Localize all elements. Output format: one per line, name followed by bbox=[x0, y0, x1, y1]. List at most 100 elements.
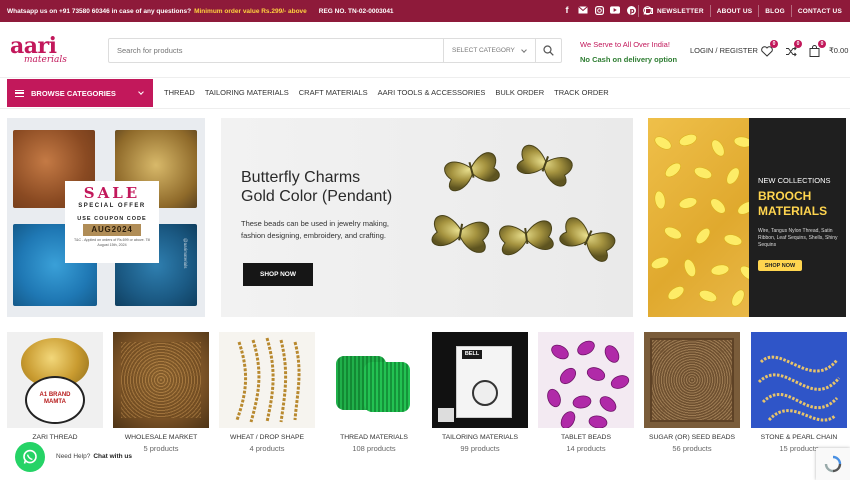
category-name: WHEAT / DROP SHAPE bbox=[229, 434, 305, 441]
mail-icon bbox=[644, 7, 653, 14]
category-card[interactable]: STONE & PEARL CHAIN 15 products bbox=[751, 332, 847, 453]
email-icon[interactable] bbox=[578, 4, 588, 16]
cart-button[interactable]: 0 bbox=[809, 40, 826, 57]
category-card[interactable]: SUGAR (OR) SEED BEADS 56 products bbox=[644, 332, 740, 453]
divider bbox=[637, 5, 639, 17]
cart-total[interactable]: ₹0.00 bbox=[829, 46, 848, 55]
nav-track-order[interactable]: TRACK ORDER bbox=[554, 88, 609, 97]
whatsapp-contact-text: Whatsapp us on +91 73580 60346 in case o… bbox=[7, 7, 192, 15]
recaptcha-icon bbox=[824, 455, 842, 473]
charms-shop-now-button[interactable]: SHOP NOW bbox=[243, 263, 313, 286]
recaptcha-badge[interactable] bbox=[816, 448, 850, 480]
sale-banner[interactable]: SALE SPECIAL OFFER USE COUPON CODE AUG20… bbox=[7, 118, 205, 317]
min-order-text: Minimum order value Rs.299/- above bbox=[194, 7, 307, 15]
about-link[interactable]: ABOUT US bbox=[717, 8, 753, 15]
sale-subtitle: SPECIAL OFFER bbox=[78, 203, 146, 209]
wishlist-count: 0 bbox=[770, 40, 778, 48]
butterfly-charm bbox=[499, 220, 554, 256]
brooch-materials-banner[interactable]: NEW COLLECTIONS BROOCH MATERIALS Wire, T… bbox=[648, 118, 846, 317]
site-header: aari materials SELECT CATEGORY We Serve … bbox=[0, 22, 850, 78]
whatsapp-icon bbox=[23, 449, 37, 464]
category-image: BELL bbox=[432, 332, 528, 428]
bell-brand: BELL bbox=[462, 350, 482, 359]
sale-card: SALE SPECIAL OFFER USE COUPON CODE AUG20… bbox=[65, 181, 159, 263]
blog-link[interactable]: BLOG bbox=[765, 8, 785, 15]
category-image bbox=[644, 332, 740, 428]
delivery-notice: We Serve to All Over India! No Cash on d… bbox=[580, 40, 677, 64]
facebook-icon[interactable]: f bbox=[562, 4, 572, 16]
top-bar: Whatsapp us on +91 73580 60346 in case o… bbox=[0, 0, 850, 22]
compare-button[interactable]: 0 bbox=[785, 40, 802, 57]
wishlist-button[interactable]: 0 bbox=[761, 40, 778, 57]
chat-with-us-text: Chat with us bbox=[93, 452, 132, 460]
nav-tailoring-materials[interactable]: TAILORING MATERIALS bbox=[205, 88, 289, 97]
divider bbox=[758, 5, 760, 17]
serve-india-text: We Serve to All Over India! bbox=[580, 40, 670, 49]
category-card[interactable]: A1 BRAND MAMTA ZARI THREAD bbox=[7, 332, 103, 444]
butterfly-charm bbox=[559, 217, 616, 262]
category-image bbox=[538, 332, 634, 428]
need-help-text: Need Help? bbox=[56, 452, 91, 460]
brooch-subtitle: Wire, Tangus Nylon Thread, Satin Ribbon,… bbox=[758, 228, 838, 248]
logo-sub: materials bbox=[24, 55, 67, 65]
category-count: 4 products bbox=[249, 444, 285, 453]
nav-aari-tools[interactable]: AARI TOOLS & ACCESSORIES bbox=[378, 88, 486, 97]
brooch-kicker: NEW COLLECTIONS bbox=[758, 176, 831, 185]
category-card[interactable]: BELL TAILORING MATERIALS 99 products bbox=[432, 332, 528, 453]
category-image: A1 BRAND MAMTA bbox=[7, 332, 103, 428]
category-name: SUGAR (OR) SEED BEADS bbox=[648, 434, 736, 441]
nav-craft-materials[interactable]: CRAFT MATERIALS bbox=[299, 88, 368, 97]
sale-title: SALE bbox=[83, 184, 141, 202]
contact-link[interactable]: CONTACT US bbox=[798, 8, 842, 15]
sale-watermark: @aarimaterials bbox=[183, 238, 188, 269]
main-nav: THREAD TAILORING MATERIALS CRAFT MATERIA… bbox=[164, 88, 619, 97]
category-card[interactable]: WHOLESALE MARKET 5 products bbox=[113, 332, 209, 453]
instagram-icon[interactable] bbox=[594, 4, 604, 16]
category-count: 56 products bbox=[672, 444, 712, 453]
category-card[interactable]: WHEAT / DROP SHAPE 4 products bbox=[219, 332, 315, 453]
category-image bbox=[751, 332, 847, 428]
newsletter-link[interactable]: NEWSLETTER bbox=[644, 7, 704, 15]
category-name: ZARI THREAD bbox=[32, 434, 78, 441]
brooch-title: BROOCH MATERIALS bbox=[758, 189, 828, 218]
nav-bulk-order[interactable]: BULK ORDER bbox=[495, 88, 544, 97]
chevron-down-icon bbox=[138, 89, 144, 95]
divider bbox=[790, 5, 792, 17]
zari-label: A1 BRAND MAMTA bbox=[39, 392, 71, 405]
search-bar: SELECT CATEGORY bbox=[108, 38, 562, 63]
category-count: 14 products bbox=[566, 444, 606, 453]
browse-label: BROWSE CATEGORIES bbox=[31, 88, 116, 98]
no-cod-text: No Cash on delivery option bbox=[580, 55, 678, 64]
browse-categories-button[interactable]: BROWSE CATEGORIES bbox=[7, 79, 153, 107]
site-logo[interactable]: aari materials bbox=[10, 35, 90, 66]
category-count: 108 products bbox=[352, 444, 396, 453]
butterfly-charm bbox=[516, 144, 573, 187]
category-select[interactable]: SELECT CATEGORY bbox=[443, 39, 535, 62]
charms-description: These beads can be used in jewelry makin… bbox=[241, 219, 390, 240]
category-card[interactable]: THREAD MATERIALS 108 products bbox=[326, 332, 422, 453]
category-name: TABLET BEADS bbox=[561, 434, 611, 441]
category-name: WHOLESALE MARKET bbox=[124, 434, 198, 441]
category-count: 99 products bbox=[460, 444, 500, 453]
butterfly-charms-banner[interactable]: Butterfly Charms Gold Color (Pendant) Th… bbox=[221, 118, 633, 317]
heart-icon bbox=[761, 46, 773, 57]
whatsapp-chat-button[interactable] bbox=[15, 442, 45, 472]
search-button[interactable] bbox=[535, 39, 561, 62]
brooch-shop-now-button[interactable]: SHOP NOW bbox=[758, 260, 802, 271]
category-name: STONE & PEARL CHAIN bbox=[760, 434, 838, 441]
coupon-code: AUG2024 bbox=[83, 224, 141, 236]
search-input[interactable] bbox=[109, 39, 443, 62]
category-name: TAILORING MATERIALS bbox=[441, 434, 519, 441]
charms-title: Butterfly Charms Gold Color (Pendant) bbox=[241, 169, 393, 205]
cart-count: 0 bbox=[818, 40, 826, 48]
search-icon bbox=[543, 45, 554, 56]
butterfly-charms-image bbox=[431, 144, 616, 262]
chat-help-bubble[interactable]: Need Help? Chat with us bbox=[50, 448, 138, 464]
nav-thread[interactable]: THREAD bbox=[164, 88, 195, 97]
top-links: NEWSLETTER ABOUT US BLOG CONTACT US bbox=[632, 0, 842, 22]
menu-icon bbox=[15, 89, 24, 97]
shuffle-icon bbox=[786, 46, 797, 57]
youtube-icon[interactable] bbox=[610, 4, 620, 16]
category-card[interactable]: TABLET BEADS 14 products bbox=[538, 332, 634, 453]
login-register-link[interactable]: LOGIN / REGISTER bbox=[690, 46, 758, 55]
